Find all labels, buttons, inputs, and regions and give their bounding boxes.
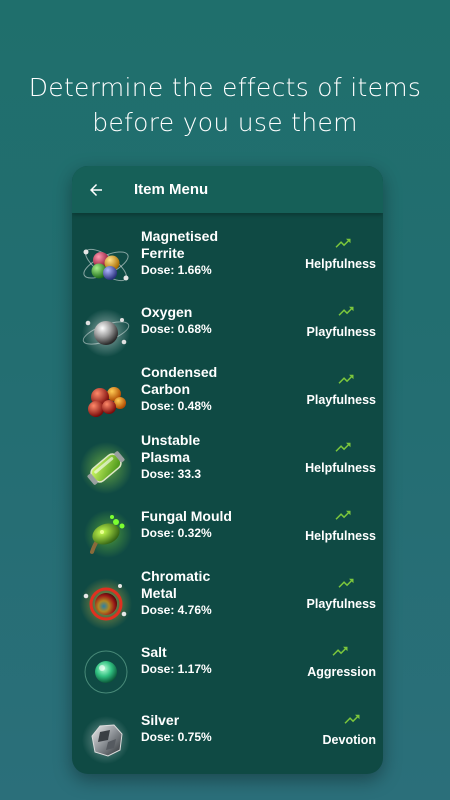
item-name-line1: Magnetised bbox=[141, 228, 219, 244]
app-bar: Item Menu bbox=[72, 166, 383, 213]
item-name: Silver bbox=[141, 712, 261, 729]
item-dose: Dose: 1.17% bbox=[141, 662, 212, 676]
chromatic-metal-icon bbox=[78, 576, 134, 632]
item-name: Condensed Carbon bbox=[141, 364, 261, 398]
item-dose: Dose: 0.75% bbox=[141, 730, 212, 744]
back-button[interactable] bbox=[72, 166, 120, 213]
promo-headline-line2: before you use them bbox=[92, 108, 358, 137]
item-effect-label: Playfulness bbox=[306, 393, 376, 407]
list-item[interactable]: Silver Dose: 0.75% Devotion bbox=[72, 706, 383, 774]
item-effect-label: Playfulness bbox=[306, 325, 376, 339]
item-effect-label: Devotion bbox=[322, 733, 376, 747]
promo-headline-line1: Determine the effects of items bbox=[28, 73, 422, 102]
promo-headline: Determine the effects of items before yo… bbox=[0, 70, 450, 140]
item-name-line1: Unstable bbox=[141, 432, 201, 448]
salt-icon bbox=[78, 644, 134, 700]
item-name-line2: Ferrite bbox=[141, 245, 185, 261]
item-effect: Helpfulness bbox=[263, 510, 383, 550]
condensed-carbon-icon bbox=[78, 372, 134, 428]
item-name-line1: Chromatic bbox=[141, 568, 211, 584]
trending-up-icon bbox=[338, 374, 354, 384]
item-dose: Dose: 0.68% bbox=[141, 322, 212, 336]
item-effect-label: Helpfulness bbox=[305, 257, 376, 271]
item-name: Salt bbox=[141, 644, 261, 661]
list-item[interactable]: Salt Dose: 1.17% Aggression bbox=[72, 638, 383, 706]
item-effect-label: Helpfulness bbox=[305, 461, 376, 475]
item-name: Unstable Plasma bbox=[141, 432, 261, 466]
list-item[interactable]: Oxygen Dose: 0.68% Playfulness bbox=[72, 298, 383, 366]
item-name: Magnetised Ferrite bbox=[141, 228, 261, 262]
item-name-line2: Plasma bbox=[141, 449, 191, 465]
item-name-line1: Silver bbox=[141, 712, 180, 728]
item-effect: Helpfulness bbox=[263, 238, 383, 278]
item-name-line1: Salt bbox=[141, 644, 167, 660]
item-name-line1: Fungal Mould bbox=[141, 508, 232, 524]
item-name-line2: Carbon bbox=[141, 381, 190, 397]
item-effect: Aggression bbox=[263, 646, 383, 686]
silver-icon bbox=[78, 712, 134, 768]
app-bar-title: Item Menu bbox=[134, 181, 209, 198]
item-name-line1: Oxygen bbox=[141, 304, 193, 320]
phone-screen: Item Menu Magnetised Ferrite Dose: 1.66%… bbox=[72, 166, 383, 774]
item-effect: Devotion bbox=[263, 714, 383, 754]
list-item[interactable]: Chromatic Metal Dose: 4.76% Playfulness bbox=[72, 568, 383, 638]
item-effect: Helpfulness bbox=[263, 442, 383, 482]
list-item[interactable]: Condensed Carbon Dose: 0.48% Playfulness bbox=[72, 364, 383, 434]
item-name: Oxygen bbox=[141, 304, 261, 321]
list-item[interactable]: Magnetised Ferrite Dose: 1.66% Helpfulne… bbox=[72, 228, 383, 298]
oxygen-icon bbox=[78, 304, 134, 360]
item-dose: Dose: 0.48% bbox=[141, 399, 212, 413]
trending-up-icon bbox=[335, 442, 351, 452]
item-effect-label: Helpfulness bbox=[305, 529, 376, 543]
list-item[interactable]: Fungal Mould Dose: 0.32% Helpfulness bbox=[72, 502, 383, 570]
trending-up-icon bbox=[338, 306, 354, 316]
list-item[interactable]: Unstable Plasma Dose: 33.3 Helpfulness bbox=[72, 432, 383, 502]
item-effect-label: Aggression bbox=[307, 665, 376, 679]
item-dose: Dose: 33.3 bbox=[141, 467, 202, 481]
item-effect: Playfulness bbox=[263, 374, 383, 414]
fungal-mould-icon bbox=[78, 508, 134, 564]
item-name: Fungal Mould bbox=[141, 508, 261, 525]
unstable-plasma-icon bbox=[78, 440, 134, 496]
item-dose: Dose: 1.66% bbox=[141, 263, 212, 277]
item-effect: Playfulness bbox=[263, 578, 383, 618]
item-effect: Playfulness bbox=[263, 306, 383, 346]
item-effect-label: Playfulness bbox=[306, 597, 376, 611]
item-name-line1: Condensed bbox=[141, 364, 218, 380]
item-dose: Dose: 4.76% bbox=[141, 603, 212, 617]
trending-up-icon bbox=[335, 238, 351, 248]
magnetised-ferrite-icon bbox=[78, 236, 134, 292]
trending-up-icon bbox=[332, 646, 348, 656]
trending-up-icon bbox=[335, 510, 351, 520]
item-name-line2: Metal bbox=[141, 585, 177, 601]
item-dose: Dose: 0.32% bbox=[141, 526, 212, 540]
trending-up-icon bbox=[338, 578, 354, 588]
arrow-left-icon bbox=[90, 183, 102, 196]
trending-up-icon bbox=[344, 714, 360, 724]
item-name: Chromatic Metal bbox=[141, 568, 261, 602]
